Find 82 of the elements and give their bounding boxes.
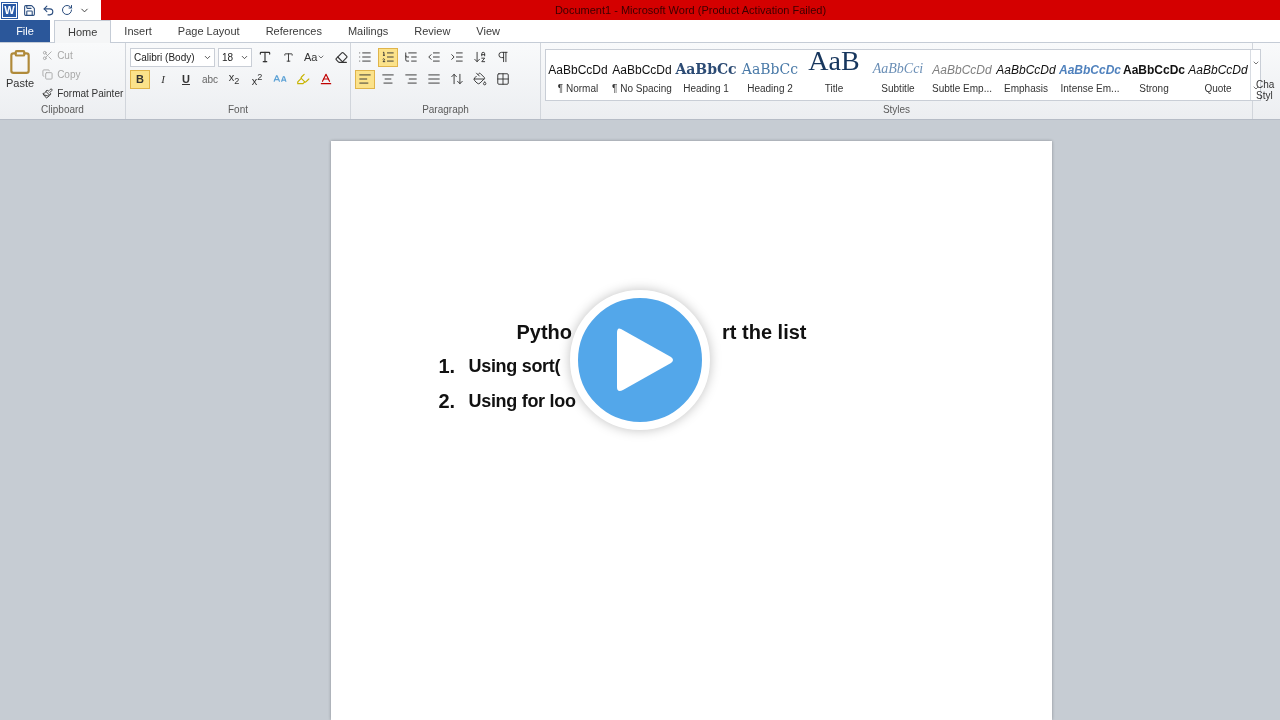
style-preview[interactable]: AaBbCc bbox=[675, 56, 737, 77]
format-painter-button[interactable]: Format Painter bbox=[40, 85, 126, 102]
pilcrow-icon bbox=[496, 50, 510, 64]
style-name[interactable]: Quote bbox=[1204, 82, 1232, 94]
highlighter-icon bbox=[296, 72, 311, 86]
list-item-text: Using for loo bbox=[468, 391, 576, 412]
sub-button[interactable]: x$_{2}$ bbox=[224, 69, 245, 89]
strike-button[interactable]: abc bbox=[199, 69, 222, 89]
shading-icon bbox=[473, 72, 487, 86]
style-preview[interactable]: AaBbCcDd bbox=[996, 56, 1056, 77]
style-name[interactable]: Subtle Emp... bbox=[932, 82, 992, 94]
borders-icon bbox=[496, 72, 510, 86]
group-label: Paragraph bbox=[421, 103, 470, 117]
style-preview[interactable]: AaBbCcDd bbox=[932, 56, 992, 77]
numbering-button[interactable] bbox=[378, 47, 398, 67]
spacing-icon bbox=[450, 72, 464, 86]
font-name-field[interactable]: Calibri (Body) bbox=[130, 47, 215, 67]
sup-button[interactable]: x$^{2}$ bbox=[247, 69, 268, 89]
change-case-button[interactable]: Aa bbox=[301, 47, 329, 67]
window-title: Document1 - Microsoft Word (Product Activation Failed) bbox=[553, 3, 828, 18]
change-styles-label[interactable]: Cha bbox=[1256, 79, 1275, 90]
style-name[interactable]: Heading 2 bbox=[747, 82, 793, 94]
scissors-icon bbox=[42, 50, 54, 61]
sort-icon bbox=[473, 50, 487, 64]
align-left-icon bbox=[358, 72, 372, 86]
underline-button[interactable]: U bbox=[176, 69, 196, 89]
align-center-icon bbox=[381, 72, 395, 86]
group-label: Styles bbox=[881, 103, 912, 117]
letter-icon bbox=[282, 51, 294, 63]
list-number: 2. bbox=[438, 390, 457, 413]
outdent-icon bbox=[427, 50, 441, 64]
letter-icon bbox=[258, 50, 272, 64]
indent-icon bbox=[450, 50, 464, 64]
style-preview[interactable]: AaBbCcDc bbox=[1059, 56, 1121, 77]
style-name[interactable]: Intense Em... bbox=[1060, 82, 1120, 94]
ribbon-tab[interactable]: References bbox=[252, 20, 335, 42]
align-left-button[interactable] bbox=[355, 69, 375, 89]
justify-icon bbox=[427, 72, 441, 86]
heading-text: Pytho bbox=[516, 320, 573, 344]
style-name[interactable]: Title bbox=[824, 82, 844, 94]
numbering-icon bbox=[381, 50, 395, 64]
group-label: Clipboard bbox=[40, 103, 85, 117]
ribbon-tab[interactable]: Review bbox=[401, 20, 464, 42]
style-preview[interactable]: AaBbCcDd bbox=[548, 56, 608, 77]
multilevel-icon bbox=[404, 50, 418, 64]
file-tab[interactable]: File bbox=[0, 20, 50, 42]
italic-button[interactable]: I bbox=[153, 69, 173, 89]
heading-text: rt the list bbox=[722, 320, 807, 344]
eraser-icon bbox=[334, 50, 348, 64]
list-item-text: Using sort( bbox=[468, 356, 561, 377]
style-preview[interactable]: AaBbCcDc bbox=[1123, 56, 1185, 77]
redo-icon[interactable] bbox=[61, 4, 73, 16]
list-number: 1. bbox=[438, 355, 457, 378]
ribbon-tab[interactable]: Page Layout bbox=[164, 20, 253, 42]
change-styles-label[interactable]: Styl bbox=[1256, 90, 1275, 101]
ribbon-tab[interactable]: Insert bbox=[111, 20, 165, 42]
style-preview[interactable]: AaBbCc bbox=[741, 56, 799, 77]
bold-button[interactable]: B bbox=[130, 69, 150, 89]
group-label: Font bbox=[227, 103, 249, 117]
undo-icon[interactable] bbox=[42, 3, 55, 17]
paste-button[interactable]: Paste bbox=[4, 47, 37, 99]
style-name[interactable]: Emphasis bbox=[1004, 82, 1048, 94]
style-name[interactable]: ¶ Normal bbox=[557, 82, 599, 94]
copy-icon bbox=[42, 69, 54, 80]
bullets-icon bbox=[358, 50, 372, 64]
style-name[interactable]: Strong bbox=[1139, 82, 1169, 94]
paintbrush-icon bbox=[42, 88, 54, 99]
word-logo: W bbox=[2, 2, 17, 18]
ribbon-tab[interactable]: Mailings bbox=[334, 20, 402, 42]
ribbon-tab[interactable]: Home bbox=[54, 20, 112, 43]
save-icon[interactable] bbox=[23, 3, 36, 17]
align-right-icon bbox=[404, 72, 418, 86]
style-name[interactable]: ¶ No Spacing bbox=[612, 82, 672, 94]
ribbon-tab[interactable]: View bbox=[463, 20, 513, 42]
style-name[interactable]: Subtitle bbox=[881, 82, 915, 94]
chevron-down-icon bbox=[317, 53, 326, 61]
style-preview[interactable]: AaBbCci bbox=[872, 56, 924, 77]
style-name[interactable]: Heading 1 bbox=[683, 82, 729, 94]
style-preview[interactable]: AaBbCcDd bbox=[1188, 56, 1248, 77]
style-preview[interactable]: AaBbCcDd bbox=[612, 56, 672, 77]
font-color-icon bbox=[319, 72, 334, 86]
font-size-field[interactable]: 18 bbox=[218, 47, 252, 67]
